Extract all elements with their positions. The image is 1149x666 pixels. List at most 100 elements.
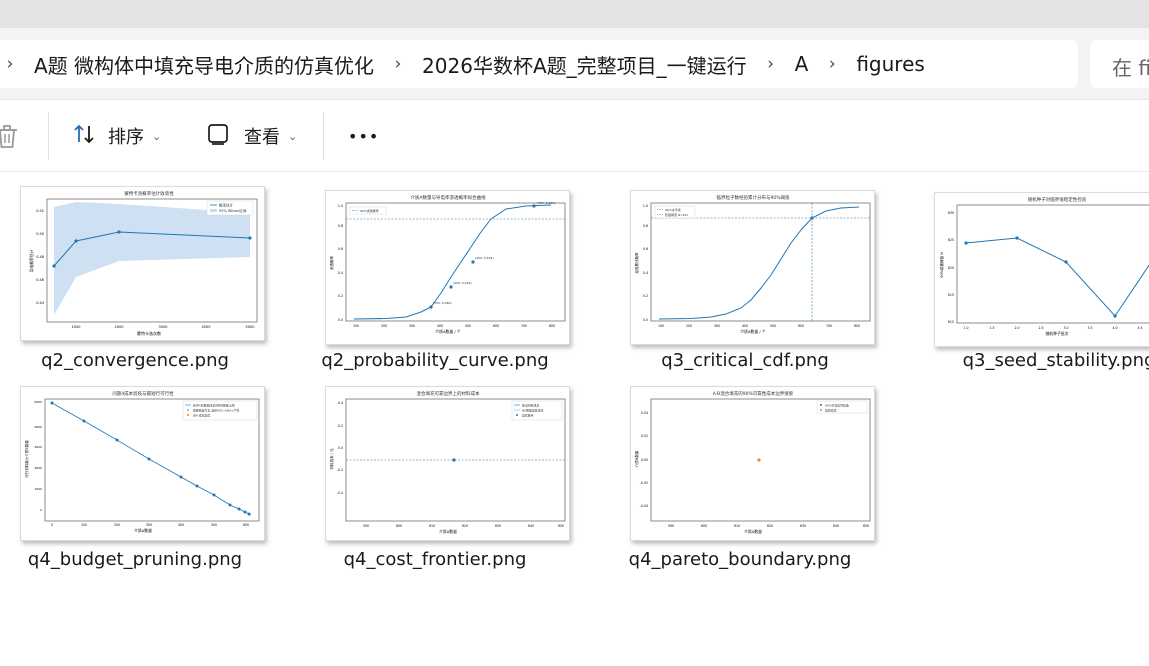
svg-text:100: 100 — [353, 324, 359, 328]
svg-text:400: 400 — [437, 324, 443, 328]
svg-text:0.0: 0.0 — [338, 318, 343, 322]
image-thumbnail[interactable]: 临界粒子数经验累计分布与90%阈值 90%水平线 稳健阈值 N=617 0.0 … — [630, 190, 875, 345]
svg-text:590: 590 — [363, 524, 369, 528]
image-thumbnail[interactable]: 介质A数量与导电率渗透概率拟合曲线 (355, 0.062) (400, 0.2… — [325, 190, 570, 345]
svg-text:0.2: 0.2 — [338, 424, 343, 428]
more-options-button[interactable]: ••• — [348, 118, 379, 154]
svg-text:100: 100 — [81, 523, 87, 527]
svg-text:0: 0 — [40, 508, 42, 512]
svg-text:0.46: 0.46 — [36, 278, 44, 282]
svg-text:3000: 3000 — [34, 445, 42, 449]
sort-button[interactable]: 排序 ⌄ — [72, 118, 161, 154]
breadcrumb-item[interactable]: 2026华数杯A题_完整项目_一键运行 — [418, 50, 751, 79]
file-name[interactable]: q2_probability_curve.png — [290, 350, 580, 371]
breadcrumb-item[interactable]: figures — [852, 52, 928, 76]
image-thumbnail[interactable]: 随机种子对临界值稳定性检验 630 625 620 615 610 1.0 1.… — [934, 192, 1149, 347]
svg-text:5000: 5000 — [246, 325, 255, 329]
svg-text:NA数据最低成本: NA数据最低成本 — [522, 407, 544, 412]
search-input[interactable]: 在 fi — [1090, 40, 1149, 88]
svg-text:500: 500 — [465, 324, 471, 328]
svg-text:A-B混合填充的90%可靠性成本边界搜索: A-B混合填充的90%可靠性成本边界搜索 — [713, 390, 794, 397]
svg-text:给予A在数低成本时的B数量上限: 给予A在数低成本时的B数量上限 — [193, 402, 235, 407]
chevron-down-icon: ⌄ — [288, 129, 298, 143]
svg-text:3.0: 3.0 — [1063, 326, 1068, 330]
svg-text:0.0: 0.0 — [338, 446, 343, 450]
svg-text:0.44: 0.44 — [36, 301, 45, 305]
svg-text:90%水平线: 90%水平线 — [665, 207, 681, 212]
svg-text:0.50: 0.50 — [36, 232, 44, 236]
svg-text:5000: 5000 — [34, 400, 42, 404]
svg-text:(355, 0.062): (355, 0.062) — [433, 301, 452, 305]
breadcrumb-item[interactable]: A题 微构体中填充导电介质的仿真优化 — [30, 50, 378, 79]
svg-text:615: 615 — [948, 293, 954, 297]
svg-text:临界粒子数经验累计分布与90%阈值: 临界粒子数经验累计分布与90%阈值 — [716, 194, 790, 201]
svg-text:前沿材料成本: 前沿材料成本 — [522, 402, 539, 407]
svg-text:介质A数量 / 个: 介质A数量 / 个 — [435, 329, 460, 334]
breadcrumb-item[interactable]: A — [791, 52, 813, 76]
svg-text:随机种子批次: 随机种子批次 — [1046, 331, 1069, 336]
svg-text:640: 640 — [833, 524, 839, 528]
file-name[interactable]: q3_seed_stability.png — [914, 350, 1149, 371]
svg-text:0.4: 0.4 — [643, 271, 648, 275]
svg-text:200: 200 — [114, 523, 120, 527]
svg-text:400: 400 — [178, 523, 184, 527]
svg-text:(450, 0.494): (450, 0.494) — [475, 256, 494, 260]
svg-text:640: 640 — [528, 524, 534, 528]
chevron-down-icon: ⌄ — [152, 129, 162, 143]
svg-text:600: 600 — [243, 523, 249, 527]
svg-text:0.6: 0.6 — [338, 247, 343, 251]
file-name[interactable]: q4_pareto_boundary.png — [595, 549, 885, 570]
svg-text:1.0: 1.0 — [963, 326, 968, 330]
svg-text:4000: 4000 — [202, 325, 211, 329]
sort-label: 排序 — [108, 127, 144, 148]
svg-text:-0.2: -0.2 — [337, 468, 343, 472]
svg-text:620: 620 — [767, 524, 773, 528]
svg-text:2000: 2000 — [115, 325, 124, 329]
svg-text:概率估计: 概率估计 — [219, 203, 233, 208]
file-name[interactable]: q4_cost_frontier.png — [290, 549, 580, 570]
file-name[interactable]: q4_budget_pruning.png — [0, 549, 280, 570]
view-square-icon — [206, 122, 230, 151]
toolbar-divider — [323, 112, 324, 160]
svg-text:0.48: 0.48 — [36, 255, 44, 259]
svg-text:1000: 1000 — [34, 487, 42, 491]
svg-text:0.52: 0.52 — [36, 209, 44, 213]
svg-text:1.0: 1.0 — [338, 204, 343, 208]
chevron-right-icon[interactable]: › — [387, 54, 409, 74]
svg-text:0.04: 0.04 — [641, 411, 648, 415]
svg-text:610: 610 — [429, 524, 435, 528]
svg-text:300: 300 — [409, 324, 415, 328]
svg-text:0.2: 0.2 — [643, 294, 648, 298]
svg-text:稳健阈值 N=617: 稳健阈值 N=617 — [665, 212, 689, 217]
svg-text:介质B数量: 介质B数量 — [634, 450, 639, 467]
breadcrumb[interactable]: › A题 微构体中填充导电介质的仿真优化 › 2026华数杯A题_完整项目_一键… — [0, 40, 1078, 88]
svg-text:0.4: 0.4 — [338, 271, 343, 275]
image-thumbnail[interactable]: 问题4成本剪枝与最短行可行性 给予A在数低成本时的B数量上限 按规格是为本 满足… — [20, 386, 265, 541]
svg-text:800: 800 — [549, 324, 555, 328]
svg-text:90%稳健阈值 N: 90%稳健阈值 N — [939, 252, 944, 278]
command-bar: 排序 ⌄ 查看 ⌄ ••• — [0, 100, 1149, 172]
svg-text:300: 300 — [146, 523, 152, 527]
svg-text:620: 620 — [462, 524, 468, 528]
chevron-right-icon[interactable]: › — [0, 54, 21, 74]
svg-text:1.0: 1.0 — [643, 204, 648, 208]
trash-icon[interactable] — [0, 118, 20, 154]
file-name[interactable]: q3_critical_cdf.png — [600, 350, 890, 371]
image-thumbnail[interactable]: 蒙特卡洛概率估计收敛性 概率估计 95% Wilson区间 0.52 0.50 … — [20, 186, 265, 341]
svg-text:100: 100 — [658, 324, 664, 328]
image-thumbnail[interactable]: 混合填充可靠边界上的材料成本 前沿材料成本 NA数据最低成本 最优解点 0.4 … — [325, 386, 570, 541]
svg-text:混合填充可靠边界上的材料成本: 混合填充可靠边界上的材料成本 — [417, 390, 480, 397]
svg-text:90%可靠边界候选: 90%可靠边界候选 — [825, 402, 849, 407]
svg-text:2.0: 2.0 — [1014, 326, 1019, 330]
image-thumbnail[interactable]: A-B混合填充的90%可靠性成本边界搜索 90%可靠边界候选 最终最优 0.04… — [630, 386, 875, 541]
svg-text:介质A数量与导电率渗透概率拟合曲线: 介质A数量与导电率渗透概率拟合曲线 — [410, 194, 486, 201]
svg-text:650: 650 — [863, 524, 869, 528]
chevron-right-icon[interactable]: › — [821, 54, 843, 74]
file-name[interactable]: q2_convergence.png — [0, 350, 280, 371]
svg-text:4.0: 4.0 — [1112, 326, 1117, 330]
svg-text:最优解点: 最优解点 — [522, 412, 534, 417]
svg-text:0.6: 0.6 — [643, 247, 648, 251]
svg-text:630: 630 — [800, 524, 806, 528]
chevron-right-icon[interactable]: › — [760, 54, 782, 74]
view-button[interactable]: 查看 ⌄ — [206, 118, 297, 154]
